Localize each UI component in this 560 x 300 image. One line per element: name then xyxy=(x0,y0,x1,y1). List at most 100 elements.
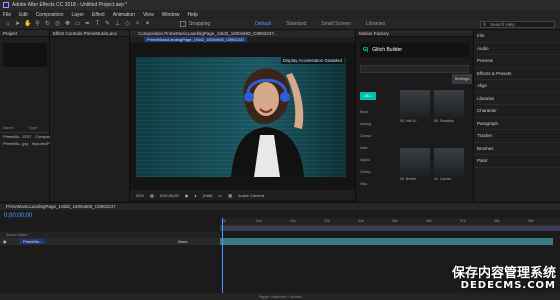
roto-tool-icon[interactable]: ✧ xyxy=(134,21,141,28)
tab-project[interactable]: Project xyxy=(0,30,49,37)
camera-snapshot-icon[interactable]: ◉ xyxy=(185,193,189,198)
workspace-standard[interactable]: Standard xyxy=(280,21,312,27)
home-tool-icon[interactable]: ⌂ xyxy=(4,21,11,28)
menu-file[interactable]: File xyxy=(3,12,11,18)
category-digital[interactable]: Digital xyxy=(360,156,390,164)
work-area-bar[interactable] xyxy=(220,226,560,231)
pen-tool-icon[interactable]: ✒ xyxy=(84,21,91,28)
transparency-grid-icon[interactable]: ▩ xyxy=(228,193,232,198)
tab-timeline[interactable]: PrimeMusicLandingPage_1Sld2_1600x600_C89… xyxy=(0,203,560,210)
project-row[interactable]: PrimeMu...jpg ImporteJPG 2.5 KB xyxy=(0,140,63,152)
composition-viewport[interactable]: Display Acceleration Disabled xyxy=(136,57,346,177)
eye-icon[interactable]: ◉ xyxy=(3,238,7,245)
ruler-label: 07s xyxy=(460,219,466,223)
motion-factory-panel: Motion Factory G| Glitch Builder Setting… xyxy=(355,30,473,202)
category-misc[interactable]: Misc xyxy=(360,180,390,188)
panel-preview[interactable]: Preview xyxy=(474,55,560,68)
composition-subtab[interactable]: PrimeMusicLandingPage_1Sld2_1600x600_C89… xyxy=(130,37,355,43)
menu-layer[interactable]: Layer xyxy=(71,12,84,18)
layer-header-source-name: Source Name xyxy=(6,233,28,237)
camera-tool-icon[interactable]: ◎ xyxy=(54,21,61,28)
menu-view[interactable]: View xyxy=(143,12,154,18)
color-channel-icon[interactable]: ● xyxy=(194,193,196,198)
preset-tile[interactable]: 06. Paradise xyxy=(434,90,464,123)
active-camera-select[interactable]: Active Camera xyxy=(238,193,264,198)
playhead[interactable] xyxy=(222,218,223,298)
menu-composition[interactable]: Composition xyxy=(36,12,64,18)
composition-panel: Composition PrimeMusicLandingPage_1Sld2_… xyxy=(130,30,355,202)
settings-button[interactable]: Settings xyxy=(452,74,472,84)
workspace-small-screen[interactable]: Small Screen xyxy=(315,21,357,27)
layer-track[interactable] xyxy=(220,238,553,245)
panel-paint[interactable]: Paint xyxy=(474,155,560,168)
snapping-checkbox[interactable] xyxy=(180,21,186,27)
preset-tile[interactable]: 05. Hell N... xyxy=(400,90,430,123)
eraser-tool-icon[interactable]: ◇ xyxy=(124,21,131,28)
menu-help[interactable]: Help xyxy=(187,12,197,18)
panel-audio[interactable]: Audio xyxy=(474,43,560,55)
stamp-tool-icon[interactable]: ⊥ xyxy=(114,21,121,28)
project-col-name[interactable]: Name xyxy=(3,125,14,130)
panel-tracker[interactable]: Tracker xyxy=(474,130,560,143)
panel-character[interactable]: Character xyxy=(474,105,560,118)
category-analog[interactable]: Analog xyxy=(360,120,390,128)
ruler-label: 01s xyxy=(256,219,262,223)
tab-effect-controls[interactable]: Effect Controls PrimeMusicLanc xyxy=(50,30,129,37)
panel-effects-presets[interactable]: Effects & Presets xyxy=(474,68,560,80)
category-all-button[interactable]: ALL xyxy=(360,92,376,100)
panel-libraries[interactable]: Libraries xyxy=(474,93,560,105)
pan-tool-icon[interactable]: ✥ xyxy=(64,21,71,28)
hand-tool-icon[interactable]: ✋ xyxy=(24,21,31,28)
menu-edit[interactable]: Edit xyxy=(19,12,28,18)
ruler-label: 06s xyxy=(426,219,432,223)
panel-paragraph[interactable]: Paragraph xyxy=(474,118,560,130)
resolution-select[interactable]: (Half) xyxy=(203,193,213,198)
panel-info[interactable]: Info xyxy=(474,30,560,43)
preset-name: 06. Paradise xyxy=(434,119,454,123)
rectangle-tool-icon[interactable]: ▭ xyxy=(74,21,81,28)
category-basic[interactable]: Basic xyxy=(360,108,390,116)
timeline-timecode[interactable]: 0;00;00;00 xyxy=(4,213,32,219)
project-row[interactable]: PrimeMu...3707 Composition xyxy=(0,133,57,140)
tab-composition[interactable]: Composition PrimeMusicLandingPage_1Sld2_… xyxy=(130,30,355,37)
layer-row[interactable]: ◉ PrimeMu... None xyxy=(0,238,220,245)
tab-motion-factory[interactable]: Motion Factory xyxy=(356,30,473,37)
layer-mode[interactable]: None xyxy=(178,238,188,245)
category-glossy[interactable]: Glossy xyxy=(360,168,390,176)
motion-factory-search[interactable] xyxy=(360,65,469,73)
category-classic[interactable]: Classic xyxy=(360,132,390,140)
preset-name: 10. Carries xyxy=(434,177,452,181)
viewer-timecode[interactable]: 0;00;00;00 xyxy=(160,193,179,198)
selection-tool-icon[interactable]: ➤ xyxy=(14,21,21,28)
menu-bar: File Edit Composition Layer Effect Anima… xyxy=(0,10,560,19)
project-columns: Name Type xyxy=(0,123,49,133)
preset-tile[interactable]: 09. Breath xyxy=(400,148,430,181)
glitch-builder-header: G| Glitch Builder xyxy=(360,43,469,57)
roi-icon[interactable]: ▭ xyxy=(218,193,222,198)
menu-effect[interactable]: Effect xyxy=(92,12,105,18)
zoom-select[interactable]: 53% xyxy=(136,193,144,198)
brush-tool-icon[interactable]: ✎ xyxy=(104,21,111,28)
project-col-type[interactable]: Type xyxy=(29,125,38,130)
workspace-default[interactable]: Default xyxy=(249,21,277,27)
menu-animation[interactable]: Animation xyxy=(113,12,135,18)
ruler-label: 04s xyxy=(358,219,364,223)
rotate-tool-icon[interactable]: ↻ xyxy=(44,21,51,28)
menu-window[interactable]: Window xyxy=(162,12,180,18)
grid-icon[interactable]: ▦ xyxy=(150,193,154,198)
search-help-input[interactable]: ⚲ Search Help xyxy=(480,21,555,28)
right-panel-stack: Info Audio Preview Effects & Presets Ali… xyxy=(473,30,560,202)
zoom-tool-icon[interactable]: ⚲ xyxy=(34,21,41,28)
puppet-tool-icon[interactable]: ✶ xyxy=(144,21,151,28)
category-data[interactable]: Data xyxy=(360,144,390,152)
project-row-name: PrimeMu...3707 xyxy=(3,134,32,139)
text-tool-icon[interactable]: T xyxy=(94,21,101,28)
workspace-libraries[interactable]: Libraries xyxy=(360,21,391,27)
toggle-switches-modes[interactable]: Toggle Switches / Modes xyxy=(0,293,560,300)
effect-controls-panel: Effect Controls PrimeMusicLanc xyxy=(50,30,130,202)
preset-tile[interactable]: 10. Carries xyxy=(434,148,464,181)
panel-align[interactable]: Align xyxy=(474,80,560,93)
panel-brushes[interactable]: Brushes xyxy=(474,143,560,155)
time-ruler[interactable]: 0s 01s 02s 03s 04s 05s 06s 07s 08s 09s xyxy=(220,218,560,226)
woman-with-headphones-image xyxy=(231,68,304,177)
